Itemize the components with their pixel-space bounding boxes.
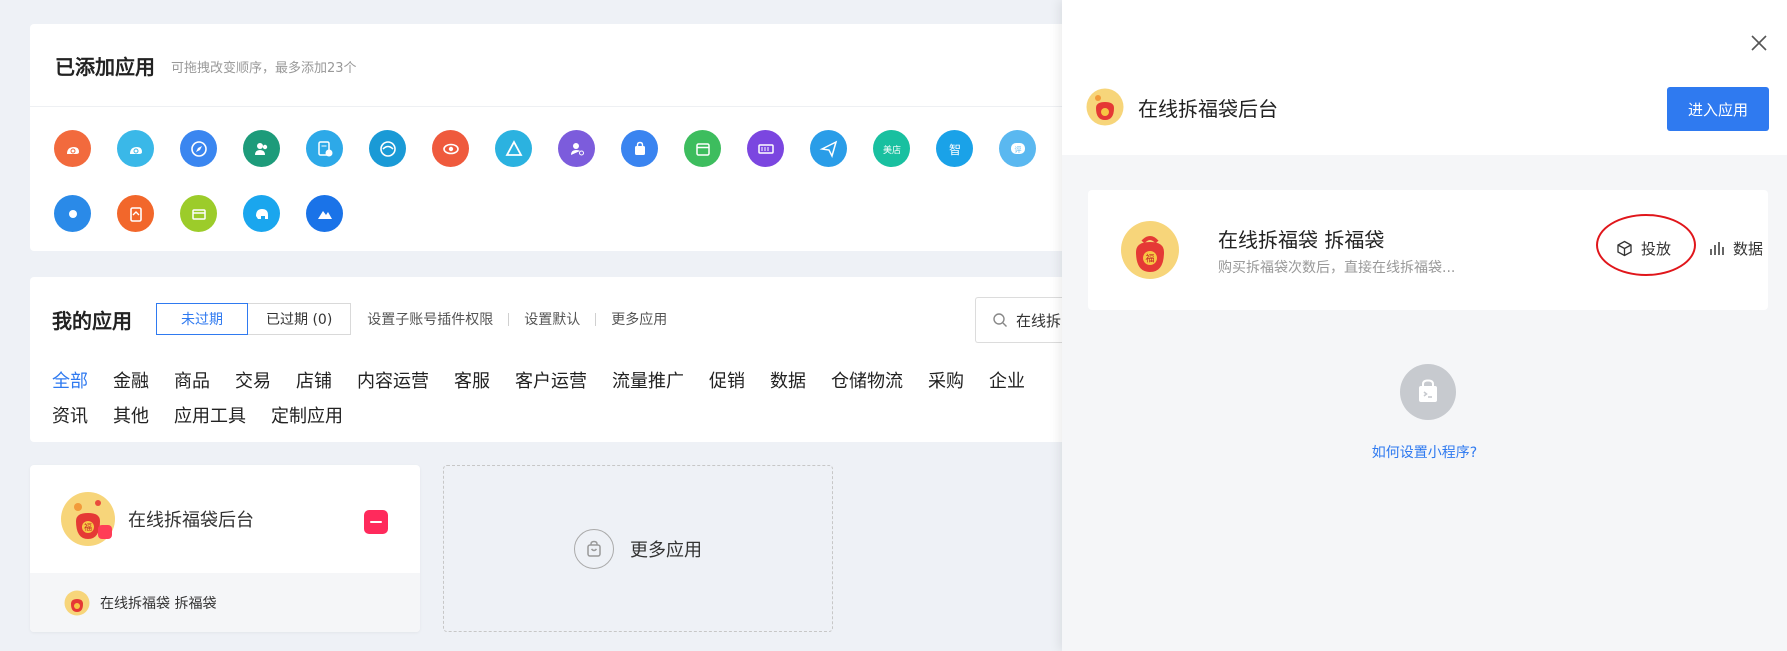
plugin-title: 在线拆福袋 拆福袋 (1218, 228, 1385, 252)
lucky-bag-logo-icon: 福 (61, 492, 115, 546)
tab-unexpired[interactable]: 未过期 (156, 303, 248, 335)
store-icon[interactable] (180, 195, 217, 232)
category-item[interactable]: 促销 (709, 364, 745, 399)
category-item[interactable]: 仓储物流 (831, 364, 903, 399)
plugin-description: 购买拆福袋次数后，直接在线拆福袋... (1218, 260, 1456, 276)
mini-program-bag-icon (1400, 364, 1456, 420)
compass-icon[interactable] (180, 130, 217, 167)
svg-text:福: 福 (1145, 253, 1154, 265)
added-apps-hint: 可拖拽改变顺序，最多添加23个 (171, 61, 357, 76)
data-button[interactable]: 数据 (1708, 238, 1763, 259)
added-apps-card: 已添加应用 可拖拽改变顺序，最多添加23个 美店 智 评 (30, 24, 1070, 251)
bar-chart-icon (1710, 242, 1724, 255)
more-apps-card[interactable]: 更多应用 (443, 465, 833, 632)
category-item[interactable]: 客户运营 (515, 364, 587, 399)
my-apps-card: 我的应用 未过期 已过期 (0) 设置子账号插件权限 设置默认 更多应用 在线拆… (30, 277, 1095, 442)
app-detail-drawer: 在线拆福袋后台 进入应用 福 在线拆福袋 拆福袋 购买拆福袋次数后，直接在线拆福… (1062, 0, 1787, 651)
added-apps-title: 已添加应用 (55, 54, 155, 79)
eye-icon[interactable] (432, 130, 469, 167)
category-item[interactable]: 资讯 (52, 399, 88, 434)
svg-text:福: 福 (84, 523, 92, 532)
expiry-tabs: 未过期 已过期 (0) (156, 303, 352, 335)
subaccount-permission-link[interactable]: 设置子账号插件权限 (367, 309, 493, 329)
app-card-name: 在线拆福袋后台 (128, 510, 254, 531)
elephant-icon[interactable] (243, 195, 280, 232)
how-to-setup-link[interactable]: 如何设置小程序? (1062, 442, 1787, 462)
category-item[interactable]: 数据 (770, 364, 806, 399)
coupon-tag-icon[interactable] (117, 195, 154, 232)
category-item[interactable]: 交易 (235, 364, 271, 399)
lucky-bag-plugin-icon: 福 (1121, 221, 1179, 279)
mountain-icon[interactable] (306, 195, 343, 232)
triangle-icon[interactable] (495, 130, 532, 167)
lucky-bag-small-icon (64, 590, 90, 615)
category-item[interactable]: 其他 (113, 399, 149, 434)
divider (595, 312, 597, 326)
svg-text:美店: 美店 (882, 144, 900, 156)
lucky-bag-logo-icon (1086, 88, 1124, 126)
snail-orange-icon[interactable] (54, 130, 91, 167)
calendar-icon[interactable] (684, 130, 721, 167)
svg-text:评: 评 (1014, 146, 1021, 154)
bag-outline-icon (574, 528, 614, 569)
divider (508, 312, 510, 326)
enter-app-button[interactable]: 进入应用 (1667, 87, 1769, 131)
app-card-plugin-row[interactable]: 在线拆福袋 拆福袋 (30, 573, 420, 632)
drawer-app-info: 在线拆福袋后台 (1086, 88, 1278, 126)
header-links: 设置子账号插件权限 设置默认 更多应用 (367, 309, 667, 329)
category-item[interactable]: 商品 (174, 364, 210, 399)
more-apps-link[interactable]: 更多应用 (611, 309, 667, 329)
document-clock-icon[interactable] (306, 130, 343, 167)
drawer-app-name: 在线拆福袋后台 (1138, 96, 1278, 121)
close-icon[interactable] (1749, 33, 1769, 53)
highlight-annotation (1596, 214, 1696, 276)
review-icon[interactable]: 评 (999, 130, 1036, 167)
category-item[interactable]: 金融 (113, 364, 149, 399)
meidian-icon[interactable]: 美店 (873, 130, 910, 167)
category-item[interactable]: 流量推广 (612, 364, 684, 399)
app-card-plugin-name: 在线拆福袋 拆福袋 (100, 595, 217, 612)
user-gear-icon[interactable] (558, 130, 595, 167)
drawer-header: 在线拆福袋后台 进入应用 (1062, 0, 1787, 155)
category-item[interactable]: 企业 (989, 364, 1025, 399)
my-apps-title: 我的应用 (52, 308, 132, 333)
category-item[interactable]: 应用工具 (174, 399, 246, 434)
set-default-link[interactable]: 设置默认 (524, 309, 580, 329)
my-apps-header: 我的应用 未过期 已过期 (0) 设置子账号插件权限 设置默认 更多应用 (52, 303, 667, 335)
ticket-icon[interactable] (747, 130, 784, 167)
search-value: 在线拆 (1016, 311, 1062, 330)
snail-cyan-icon[interactable] (117, 130, 154, 167)
swirl-icon[interactable] (369, 130, 406, 167)
category-item[interactable]: 采购 (928, 364, 964, 399)
app-card-header: 福 在线拆福袋后台 (30, 465, 420, 573)
category-item[interactable]: 全部 (52, 364, 88, 399)
data-label: 数据 (1733, 240, 1764, 258)
more-apps-label: 更多应用 (630, 539, 702, 561)
search-icon (993, 313, 1007, 327)
users-icon[interactable] (243, 130, 280, 167)
blue-partial-icon[interactable] (54, 195, 91, 232)
app-card[interactable]: 福 在线拆福袋后台 在线拆福袋 拆福袋 (30, 465, 420, 632)
remove-app-button[interactable] (364, 510, 388, 534)
category-item[interactable]: 店铺 (296, 364, 332, 399)
svg-text:智: 智 (948, 142, 960, 157)
paper-plane-icon[interactable] (810, 130, 847, 167)
tab-expired[interactable]: 已过期 (0) (248, 303, 352, 335)
shopping-bag-icon[interactable] (621, 130, 658, 167)
category-item[interactable]: 内容运营 (357, 364, 429, 399)
category-item[interactable]: 定制应用 (271, 399, 343, 434)
category-item[interactable]: 客服 (454, 364, 490, 399)
category-filter: 全部 金融 商品 交易 店铺 内容运营 客服 客户运营 流量推广 促销 数据 仓储物流 采购 企业资讯 其他… (52, 364, 1062, 434)
added-apps-header: 已添加应用 可拖拽改变顺序，最多添加23个 (30, 24, 1070, 107)
added-apps-icon-grid: 美店 智 评 (54, 130, 1070, 234)
zhi-icon[interactable]: 智 (936, 130, 973, 167)
minus-icon (370, 520, 382, 524)
